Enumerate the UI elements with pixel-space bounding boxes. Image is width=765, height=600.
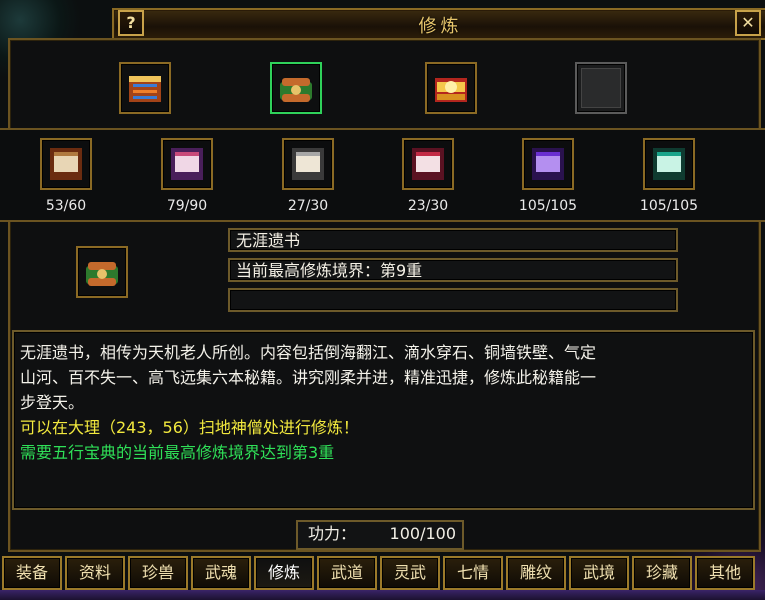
- scroll-count: 105/105: [518, 198, 578, 214]
- scroll-count: 53/60: [45, 198, 87, 214]
- category-empty-slot[interactable]: [575, 62, 627, 114]
- empty-slot-icon: [581, 68, 621, 108]
- tab-equipment[interactable]: 装备: [2, 556, 62, 590]
- tab-cultivation[interactable]: 修炼: [254, 556, 314, 590]
- scroll-count: 23/30: [407, 198, 449, 214]
- scroll-list: 53/60 79/90 27/30 23/30 105/105 105/105: [0, 128, 765, 222]
- location-text: 可以在大理（243，56）扫地神僧处进行修炼！: [20, 418, 359, 437]
- scroll-item[interactable]: 105/105: [508, 138, 588, 214]
- power-display: 功力： 100/100: [296, 520, 464, 550]
- book-icon: [129, 76, 161, 102]
- category-scroll-bundle-slot[interactable]: [270, 62, 322, 114]
- scroll-count: 79/90: [166, 198, 208, 214]
- scroll-bundle-icon: [280, 78, 312, 102]
- description-line: 步登天。: [20, 393, 85, 412]
- scroll-teal-icon: [653, 148, 685, 180]
- tab-other[interactable]: 其他: [695, 556, 755, 590]
- item-name-field: 无涯遗书: [228, 228, 678, 252]
- bottom-decor: [0, 590, 765, 600]
- power-value: 100/100: [389, 524, 456, 543]
- description-text: 无涯遗书，相传为天机老人所创。内容包括倒海翻江、滴水穿石、铜墙铁壁、气定 山河、…: [20, 340, 741, 465]
- scroll-item[interactable]: 105/105: [629, 138, 709, 214]
- scroll-count: 105/105: [639, 198, 699, 214]
- description-box: 无涯遗书，相传为天机老人所创。内容包括倒海翻江、滴水穿石、铜墙铁壁、气定 山河、…: [12, 330, 755, 510]
- tab-soul[interactable]: 武魂: [191, 556, 251, 590]
- tab-engraving[interactable]: 雕纹: [506, 556, 566, 590]
- description-line: 山河、百不失一、高飞远集六本秘籍。讲究刚柔并进，精准迅捷，修炼此秘籍能一: [20, 368, 597, 387]
- scroll-violet-icon: [532, 148, 564, 180]
- cultivation-window: 修炼 ? ✕ 53/60 79/90 27/30 23/30 105/105 1…: [0, 0, 765, 600]
- window-title: 修炼: [418, 16, 463, 37]
- close-button[interactable]: ✕: [735, 10, 761, 36]
- help-button[interactable]: ?: [118, 10, 144, 36]
- selected-item-slot[interactable]: [76, 246, 128, 298]
- scroll-red-icon: [412, 148, 444, 180]
- item-extra-field: [228, 288, 678, 312]
- category-slots: [0, 62, 765, 118]
- tab-profile[interactable]: 资料: [65, 556, 125, 590]
- power-label: 功力：: [308, 524, 357, 543]
- tab-spirit-weapon[interactable]: 灵武: [380, 556, 440, 590]
- scroll-purple-icon: [171, 148, 203, 180]
- description-line: 无涯遗书，相传为天机老人所创。内容包括倒海翻江、滴水穿石、铜墙铁壁、气定: [20, 343, 597, 362]
- scroll-item[interactable]: 23/30: [388, 138, 468, 214]
- scroll-item[interactable]: 53/60: [26, 138, 106, 214]
- tab-emotions[interactable]: 七情: [443, 556, 503, 590]
- tab-collection[interactable]: 珍藏: [632, 556, 692, 590]
- item-realm-field: 当前最高修炼境界：第9重: [228, 258, 678, 282]
- tab-pets[interactable]: 珍兽: [128, 556, 188, 590]
- category-treasure-slot[interactable]: [425, 62, 477, 114]
- category-book-slot[interactable]: [119, 62, 171, 114]
- scroll-item[interactable]: 27/30: [268, 138, 348, 214]
- tab-martial-path[interactable]: 武道: [317, 556, 377, 590]
- scroll-brown-icon: [50, 148, 82, 180]
- scroll-grey-icon: [292, 148, 324, 180]
- tab-martial-realm[interactable]: 武境: [569, 556, 629, 590]
- treasure-chest-icon: [435, 78, 467, 102]
- scroll-bundle-icon: [86, 262, 118, 286]
- scroll-count: 27/30: [287, 198, 329, 214]
- requirement-text: 需要五行宝典的当前最高修炼境界达到第3重: [20, 443, 335, 462]
- title-bar[interactable]: 修炼: [112, 8, 765, 40]
- scroll-item[interactable]: 79/90: [147, 138, 227, 214]
